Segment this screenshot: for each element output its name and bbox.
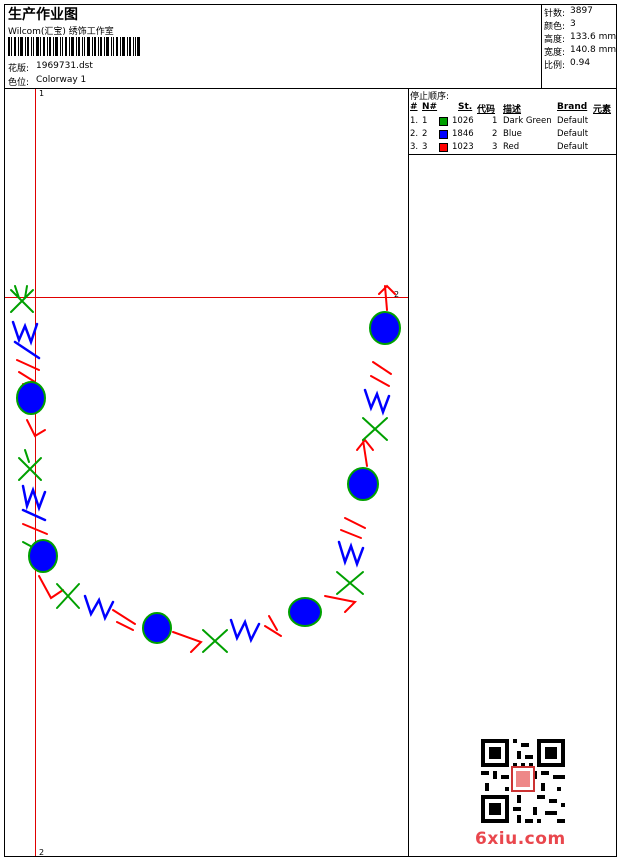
row-brand: Default bbox=[557, 116, 589, 126]
stats-divider bbox=[541, 4, 542, 88]
table-row: 3. 3 1023 3 Red Default bbox=[0, 142, 620, 155]
row-st: 1846 bbox=[452, 129, 474, 139]
col-header-code: 代码 bbox=[477, 105, 496, 115]
panel-divider bbox=[408, 88, 409, 857]
stat-label: 比例: bbox=[544, 61, 566, 71]
colorway-value: Colorway 1 bbox=[36, 75, 87, 85]
row-n: 3 bbox=[422, 142, 428, 152]
row-desc: Dark Green bbox=[503, 116, 552, 126]
row-st: 1023 bbox=[452, 142, 474, 152]
row-code: 2 bbox=[492, 129, 498, 139]
sequence-title: 停止顺序: bbox=[410, 92, 450, 102]
color-swatch-green bbox=[439, 117, 448, 126]
stat-value: 133.6 mm bbox=[570, 32, 617, 42]
col-header-index: # bbox=[410, 102, 418, 112]
color-swatch-red bbox=[439, 143, 448, 152]
stat-label: 高度: bbox=[544, 35, 566, 45]
stat-label: 针数: bbox=[544, 9, 566, 19]
embroidery-preview bbox=[10, 284, 401, 653]
stat-value: 140.8 mm bbox=[570, 45, 617, 55]
colorway-label: 色位: bbox=[8, 78, 30, 88]
design-value: 1969731.dst bbox=[36, 61, 93, 71]
row-index: 1. bbox=[410, 116, 419, 126]
col-header-desc: 描述 bbox=[503, 105, 522, 115]
row-index: 3. bbox=[410, 142, 419, 152]
header-divider bbox=[4, 88, 617, 89]
row-code: 3 bbox=[492, 142, 498, 152]
marker-label: 1 bbox=[39, 89, 45, 98]
row-n: 1 bbox=[422, 116, 428, 126]
company-name: Wilcom(汇宝) 绣饰工作室 bbox=[8, 27, 114, 37]
row-code: 1 bbox=[492, 116, 498, 126]
row-brand: Default bbox=[557, 129, 589, 139]
design-label: 花版: bbox=[8, 64, 30, 74]
row-desc: Red bbox=[503, 142, 520, 152]
row-index: 2. bbox=[410, 129, 419, 139]
barcode bbox=[8, 37, 140, 56]
watermark-logo: 6xiu.com bbox=[475, 829, 566, 849]
stat-value: 3897 bbox=[570, 6, 593, 16]
seal-stamp bbox=[511, 766, 535, 792]
col-header-brand: Brand bbox=[557, 102, 588, 112]
stat-value: 3 bbox=[570, 19, 576, 29]
row-st: 1026 bbox=[452, 116, 474, 126]
stat-label: 宽度: bbox=[544, 48, 566, 58]
page-title: 生产作业图 bbox=[8, 7, 78, 23]
row-brand: Default bbox=[557, 142, 589, 152]
table-row: 1. 1 1026 1 Dark Green Default bbox=[0, 116, 620, 129]
row-n: 2 bbox=[422, 129, 428, 139]
color-swatch-blue bbox=[439, 130, 448, 139]
row-desc: Blue bbox=[503, 129, 522, 139]
col-header-n: N# bbox=[422, 102, 438, 112]
stat-value: 0.94 bbox=[570, 58, 591, 68]
col-header-st: St. bbox=[458, 102, 473, 112]
table-row: 2. 2 1846 2 Blue Default bbox=[0, 129, 620, 142]
marker-label: 2 bbox=[39, 848, 45, 857]
col-header-element: 元素 bbox=[593, 105, 612, 115]
stat-label: 颜色: bbox=[544, 22, 566, 32]
